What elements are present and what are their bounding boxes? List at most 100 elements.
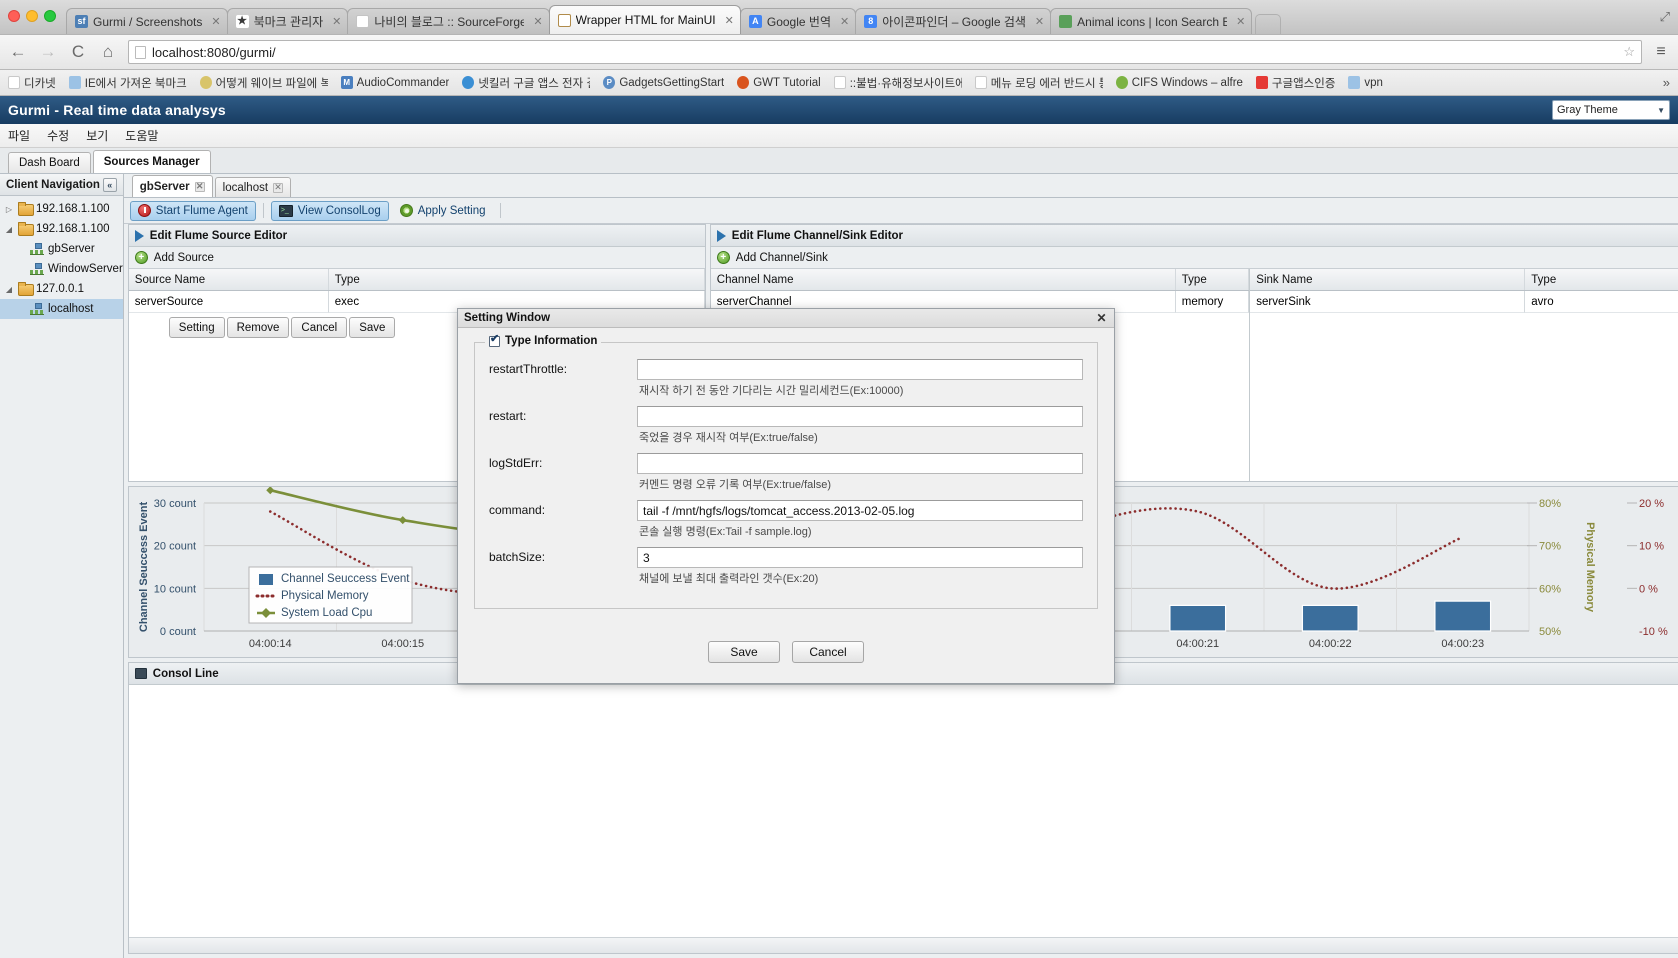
cell-source-name: serverSource	[129, 291, 329, 313]
bookmark-item[interactable]: 넷킬러 구글 앱스 전자 결	[462, 75, 590, 91]
collapse-sidebar-icon[interactable]: «	[103, 178, 117, 192]
bookmark-item[interactable]: 어떻게 웨이브 파일에 복	[200, 75, 328, 91]
add-channel-sink-label: Add Channel/Sink	[736, 252, 828, 264]
restart-input[interactable]	[637, 406, 1083, 427]
collapse-icon[interactable]: ◢	[4, 285, 14, 294]
tree-node-192-168-1-100-a[interactable]: ▷ 192.168.1.100	[0, 199, 123, 219]
setting-window-body: Type Information restartThrottle: 재시작 하기…	[458, 328, 1114, 621]
column-header-channel-name[interactable]: Channel Name	[711, 269, 1176, 290]
close-icon[interactable]: ✕	[1236, 15, 1245, 28]
server-icon	[30, 303, 44, 315]
menu-item-file[interactable]: 파일	[8, 127, 30, 144]
browser-tab-3[interactable]: Wrapper HTML for MainUI ✕	[549, 5, 741, 34]
close-icon[interactable]: ✕	[332, 15, 341, 28]
view-consollog-button[interactable]: >_ View ConsolLog	[271, 201, 389, 221]
tree-node-gbserver[interactable]: gbServer	[0, 239, 123, 259]
browser-tab-5[interactable]: 8 아이콘파인더 – Google 검색 ✕	[855, 8, 1051, 34]
apply-setting-button[interactable]: Apply Setting	[393, 201, 493, 221]
tree-node-windowserver[interactable]: WindowServer	[0, 259, 123, 279]
bookmark-item[interactable]: 구글앱스인증	[1256, 75, 1335, 91]
bookmark-item[interactable]: 메뉴 로딩 에러 반드시 통	[975, 75, 1103, 91]
chevron-down-icon: ▼	[1657, 106, 1665, 115]
close-icon[interactable]: ✕	[533, 15, 542, 28]
close-icon[interactable]: ✕	[211, 15, 220, 28]
modal-save-button[interactable]: Save	[708, 641, 780, 663]
setting-button[interactable]: Setting	[169, 317, 225, 338]
bookmark-star-icon[interactable]: ☆	[1623, 44, 1635, 60]
home-icon[interactable]: ⌂	[98, 42, 118, 62]
folder-icon	[18, 203, 32, 215]
collapse-icon[interactable]: ◢	[4, 225, 14, 234]
close-icon[interactable]: ✕	[1035, 15, 1044, 28]
bookmark-item[interactable]: GWT Tutorial	[737, 76, 821, 89]
close-icon[interactable]: ✕	[840, 15, 849, 28]
add-source-row[interactable]: + Add Source	[129, 247, 705, 269]
restart-throttle-input[interactable]	[637, 359, 1083, 380]
bookmark-item[interactable]: 디카넷	[8, 75, 56, 91]
bookmarks-overflow-icon[interactable]: »	[1663, 75, 1670, 90]
column-header-channel-type[interactable]: Type	[1176, 269, 1250, 290]
arrow-right-icon	[135, 230, 144, 242]
column-header-sink-type[interactable]: Type	[1525, 269, 1678, 290]
menu-item-edit[interactable]: 수정	[47, 127, 69, 144]
command-input[interactable]	[637, 500, 1083, 521]
tab-sources-manager[interactable]: Sources Manager	[93, 150, 211, 173]
menu-item-help[interactable]: 도움말	[125, 127, 158, 144]
start-flume-agent-button[interactable]: Start Flume Agent	[130, 201, 256, 221]
workspace-tab-localhost[interactable]: localhost ✕	[215, 177, 291, 197]
browser-tab-0[interactable]: sf Gurmi / Screenshots ✕	[66, 8, 228, 34]
new-tab-button[interactable]	[1255, 14, 1281, 34]
bookmark-item[interactable]: PGadgetsGettingStart	[603, 76, 724, 89]
bookmark-item[interactable]: vpn	[1348, 76, 1383, 89]
cancel-button[interactable]: Cancel	[291, 317, 347, 338]
tree-node-127-0-0-1[interactable]: ◢ 127.0.0.1	[0, 279, 123, 299]
close-icon[interactable]: ✕	[1095, 312, 1108, 325]
column-header-sink-name[interactable]: Sink Name	[1250, 269, 1525, 290]
page-icon	[356, 15, 369, 28]
expand-icon[interactable]: ▷	[4, 205, 14, 214]
minimize-window-button[interactable]	[26, 10, 38, 22]
bookmark-item[interactable]: ::불법·유해정보사이트에	[834, 75, 962, 91]
reload-icon[interactable]: C	[68, 42, 88, 62]
close-icon[interactable]: ✕	[195, 182, 205, 192]
close-window-button[interactable]	[8, 10, 20, 22]
type-information-checkbox[interactable]	[489, 336, 500, 347]
maximize-icon[interactable]: ⤢	[1660, 9, 1670, 25]
batch-size-input[interactable]	[637, 547, 1083, 568]
close-icon[interactable]: ✕	[725, 14, 734, 27]
menu-item-view[interactable]: 보기	[86, 127, 108, 144]
log-std-err-input[interactable]	[637, 453, 1083, 474]
remove-button[interactable]: Remove	[227, 317, 290, 338]
theme-select[interactable]: Gray Theme ▼	[1552, 100, 1670, 120]
svg-text:60%: 60%	[1539, 583, 1561, 595]
browser-tab-4[interactable]: A Google 번역 ✕	[740, 8, 856, 34]
workspace-tab-gbserver[interactable]: gbServer ✕	[132, 175, 213, 197]
forward-icon[interactable]: →	[38, 42, 58, 62]
tree-node-localhost[interactable]: localhost	[0, 299, 123, 319]
bookmark-item[interactable]: IE에서 가져온 북마크	[69, 75, 187, 91]
consol-line-output[interactable]	[129, 685, 1678, 937]
address-bar[interactable]: localhost:8080/gurmi/ ☆	[128, 40, 1642, 64]
column-header-source-name[interactable]: Source Name	[129, 269, 329, 290]
bookmark-item[interactable]: MAudioCommander	[341, 76, 450, 89]
window-controls[interactable]	[8, 10, 56, 22]
close-icon[interactable]: ✕	[273, 183, 283, 193]
sink-grid: Sink Name Type serverSink avro	[1250, 269, 1678, 481]
plus-icon: +	[135, 251, 148, 264]
tab-dash-board[interactable]: Dash Board	[8, 152, 91, 173]
browser-menu-icon[interactable]: ≡	[1652, 43, 1670, 61]
browser-tab-2[interactable]: 나비의 블로그 :: SourceForge ✕	[347, 8, 549, 34]
back-icon[interactable]: ←	[8, 42, 28, 62]
svg-text:20 %: 20 %	[1639, 498, 1664, 510]
maximize-window-button[interactable]	[44, 10, 56, 22]
column-header-type[interactable]: Type	[329, 269, 705, 290]
bookmark-item[interactable]: CIFS Windows – alfre	[1116, 76, 1243, 89]
browser-tab-6[interactable]: Animal icons | Icon Search E ✕	[1050, 8, 1252, 34]
table-row[interactable]: serverSink avro	[1250, 291, 1678, 313]
add-channel-sink-row[interactable]: + Add Channel/Sink	[711, 247, 1678, 269]
browser-tab-1[interactable]: ★ 북마크 관리자 ✕	[227, 8, 349, 34]
setting-window-titlebar[interactable]: Setting Window ✕	[458, 309, 1114, 328]
modal-cancel-button[interactable]: Cancel	[792, 641, 864, 663]
tree-node-192-168-1-100-b[interactable]: ◢ 192.168.1.100	[0, 219, 123, 239]
save-button[interactable]: Save	[349, 317, 395, 338]
